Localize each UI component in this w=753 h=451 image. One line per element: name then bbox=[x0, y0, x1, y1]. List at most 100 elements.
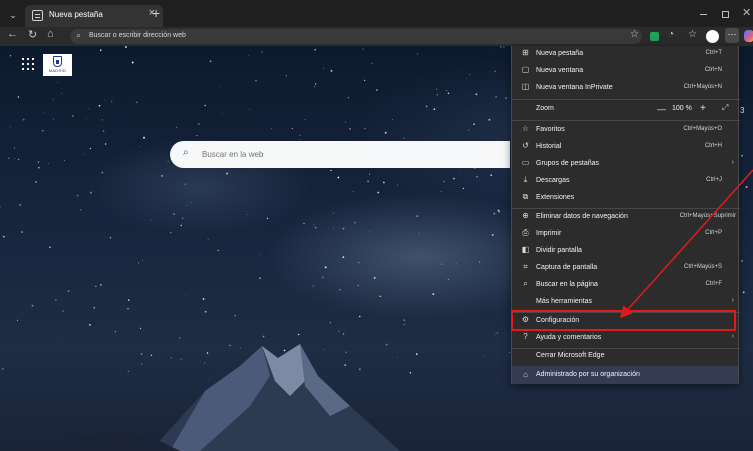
notification-badge: 3 bbox=[740, 106, 745, 115]
menu-item-shortcut: Ctrl+N bbox=[704, 67, 722, 73]
menu-item-print[interactable]: ⎙ Imprimir Ctrl+P bbox=[512, 226, 740, 243]
screenshot-icon: ⌗ bbox=[523, 262, 528, 271]
menu-item-shortcut: Ctrl+T bbox=[705, 50, 723, 56]
zoom-out-button[interactable]: — bbox=[657, 104, 666, 114]
managed-label: Administrado por su organización bbox=[536, 371, 640, 378]
maximize-icon[interactable] bbox=[722, 11, 729, 18]
logo-text: MADRID bbox=[48, 68, 67, 73]
menu-item-label: Captura de pantalla bbox=[536, 264, 598, 271]
menu-item-label: Nueva ventana bbox=[536, 67, 584, 74]
search-icon: ⌕ bbox=[183, 147, 189, 158]
new-window-icon: ▢ bbox=[521, 65, 530, 74]
menu-item-find-on-page[interactable]: ⌕ Buscar en la página Ctrl+F bbox=[512, 277, 740, 294]
help-icon: ? bbox=[523, 332, 528, 341]
shield-icon bbox=[53, 56, 62, 67]
chevron-right-icon: › bbox=[731, 297, 734, 304]
profile-icon[interactable] bbox=[706, 30, 719, 43]
menu-item-label: Grupos de pestañas bbox=[536, 160, 600, 167]
favorites-icon[interactable]: ☆ bbox=[688, 29, 697, 40]
zoom-value: 100 % bbox=[672, 105, 692, 112]
menu-item-extensions[interactable]: ⧉ Extensiones bbox=[512, 190, 740, 207]
menu-item-inprivate-window[interactable]: ◫ Nueva ventana InPrivate Ctrl+Mayús+N bbox=[512, 80, 740, 97]
menu-item-favorites[interactable]: ☆ Favoritos Ctrl+Mayús+O bbox=[512, 122, 740, 139]
minimize-icon[interactable] bbox=[700, 14, 707, 15]
menu-item-shortcut: Ctrl+P bbox=[705, 230, 722, 236]
tab-actions-icon[interactable]: ⌄ bbox=[6, 8, 20, 22]
menu-item-label: Nueva ventana InPrivate bbox=[536, 84, 613, 91]
organization-logo[interactable]: MADRID bbox=[43, 54, 72, 76]
new-tab-button[interactable]: + bbox=[152, 5, 160, 21]
menu-item-label: Extensiones bbox=[536, 194, 575, 201]
back-icon[interactable]: ← bbox=[7, 28, 18, 40]
close-window-icon[interactable]: ✕ bbox=[742, 6, 751, 19]
menu-item-label: Eliminar datos de navegación bbox=[536, 213, 628, 220]
menu-item-new-tab[interactable]: ⊞ Nueva pestaña Ctrl+T bbox=[512, 46, 740, 63]
menu-item-shortcut: Ctrl+H bbox=[704, 143, 722, 149]
menu-item-tab-groups[interactable]: ▭ Grupos de pestañas › bbox=[512, 156, 740, 173]
menu-item-shortcut: Ctrl+J bbox=[706, 177, 722, 183]
browser-essentials-icon[interactable]: ◔ bbox=[668, 29, 674, 40]
menu-item-screenshot[interactable]: ⌗ Captura de pantalla Ctrl+Mayús+S bbox=[512, 260, 740, 277]
chevron-right-icon: › bbox=[731, 159, 734, 166]
managed-by-organization[interactable]: ⌂ Administrado por su organización bbox=[512, 366, 738, 384]
web-search-box[interactable]: ⌕ Buscar en la web bbox=[170, 141, 510, 168]
clear-data-icon: ⊕ bbox=[522, 211, 529, 220]
more-icon[interactable]: ··· bbox=[725, 28, 739, 43]
menu-item-shortcut: Ctrl+Mayús+O bbox=[683, 126, 722, 132]
app-launcher-icon[interactable] bbox=[22, 58, 34, 70]
menu-divider bbox=[512, 99, 740, 100]
new-tab-icon: ⊞ bbox=[522, 48, 529, 57]
address-bar[interactable]: ⌕ Buscar o escribir dirección web ☆ bbox=[70, 29, 642, 44]
menu-item-close-edge[interactable]: Cerrar Microsoft Edge bbox=[512, 348, 740, 365]
chevron-right-icon: › bbox=[731, 333, 734, 340]
refresh-icon[interactable]: ↻ bbox=[28, 28, 37, 41]
menu-item-label: Cerrar Microsoft Edge bbox=[536, 352, 605, 359]
tab-groups-icon: ▭ bbox=[521, 158, 530, 167]
menu-item-split-screen[interactable]: ◧ Dividir pantalla bbox=[512, 243, 740, 260]
home-icon[interactable]: ⌂ bbox=[47, 28, 54, 40]
menu-item-shortcut: Ctrl+Mayús+S bbox=[683, 264, 722, 270]
menu-item-shortcut: Ctrl+Mayús+Suprimir bbox=[679, 213, 736, 219]
new-tab-page-icon bbox=[32, 10, 43, 21]
menu-item-label: Historial bbox=[536, 143, 562, 150]
menu-item-label: Buscar en la página bbox=[536, 281, 598, 288]
history-icon: ↺ bbox=[522, 141, 529, 150]
menu-item-new-window[interactable]: ▢ Nueva ventana Ctrl+N bbox=[512, 63, 740, 80]
settings-and-more-menu: ⊞ Nueva pestaña Ctrl+T ▢ Nueva ventana C… bbox=[511, 46, 740, 384]
web-search-input[interactable]: Buscar en la web bbox=[202, 150, 263, 159]
tab-bar: ⌄ Nueva pestaña × + ✕ bbox=[0, 0, 753, 27]
extension-icon[interactable] bbox=[650, 32, 659, 41]
tab-new-tab[interactable]: Nueva pestaña × bbox=[25, 5, 163, 27]
zoom-label: Zoom bbox=[536, 105, 554, 112]
menu-item-shortcut: Ctrl+Mayús+N bbox=[683, 84, 722, 90]
menu-item-clear-browsing-data[interactable]: ⊕ Eliminar datos de navegación Ctrl+Mayú… bbox=[512, 209, 740, 226]
menu-item-zoom: Zoom — 100 % + ⤢ bbox=[512, 101, 740, 118]
tab-title: Nueva pestaña bbox=[49, 10, 103, 19]
fullscreen-icon[interactable]: ⤢ bbox=[722, 103, 728, 113]
menu-item-more-tools[interactable]: Más herramientas › bbox=[512, 294, 740, 311]
managed-icon: ⌂ bbox=[523, 370, 528, 379]
zoom-in-button[interactable]: + bbox=[700, 103, 706, 114]
inprivate-icon: ◫ bbox=[521, 82, 530, 91]
menu-item-history[interactable]: ↺ Historial Ctrl+H bbox=[512, 139, 740, 156]
settings-highlight-box bbox=[511, 310, 736, 331]
menu-item-label: Favoritos bbox=[536, 126, 565, 133]
favorite-star-icon[interactable]: ☆ bbox=[630, 29, 639, 40]
menu-item-label: Nueva pestaña bbox=[536, 50, 584, 57]
menu-item-help-feedback[interactable]: ? Ayuda y comentarios › bbox=[512, 330, 740, 347]
extensions-icon: ⧉ bbox=[522, 192, 529, 201]
menu-item-label: Imprimir bbox=[536, 230, 562, 237]
print-icon: ⎙ bbox=[522, 228, 529, 237]
copilot-icon[interactable] bbox=[744, 30, 753, 42]
menu-item-label: Descargas bbox=[536, 177, 570, 184]
downloads-icon: ⤓ bbox=[523, 175, 528, 184]
menu-item-label: Ayuda y comentarios bbox=[536, 334, 602, 341]
favorites-icon: ☆ bbox=[521, 124, 530, 133]
menu-divider bbox=[512, 120, 740, 121]
split-screen-icon: ◧ bbox=[521, 245, 530, 254]
menu-item-label: Más herramientas bbox=[536, 298, 593, 305]
menu-item-shortcut: Ctrl+F bbox=[705, 281, 723, 287]
address-toolbar: ← ↻ ⌂ ⌕ Buscar o escribir dirección web … bbox=[0, 27, 753, 46]
address-input[interactable]: Buscar o escribir dirección web bbox=[89, 32, 186, 39]
menu-item-downloads[interactable]: ⤓ Descargas Ctrl+J bbox=[512, 173, 740, 190]
